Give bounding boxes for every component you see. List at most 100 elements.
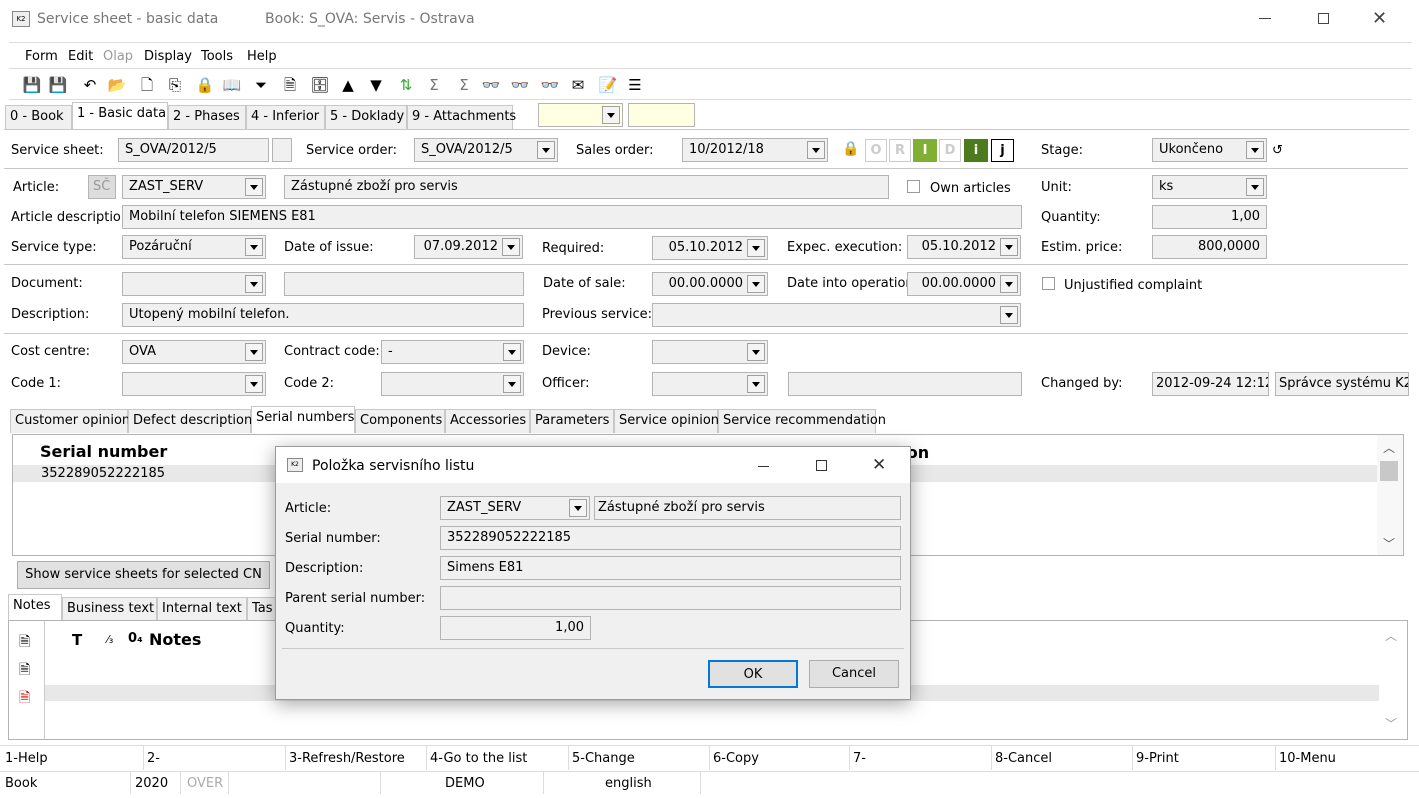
expec-execution-field[interactable]: 05.10.2012	[907, 235, 1021, 259]
tab-notes[interactable]: Notes	[8, 594, 62, 621]
menu-help[interactable]: Help	[247, 49, 277, 65]
tab-service-recommendation[interactable]: Service recommendation	[718, 409, 886, 433]
dialog-parent-field[interactable]	[440, 586, 901, 610]
chevron-down-icon[interactable]	[602, 106, 620, 124]
save-icon[interactable]: 💾	[22, 75, 42, 95]
notes-scroll-up-icon[interactable]: ︿	[1385, 627, 1397, 644]
chevron-down-icon[interactable]	[747, 275, 765, 293]
tab-attachments[interactable]: 9 - Attachments	[407, 105, 516, 129]
tab-serial-numbers[interactable]: Serial numbers	[251, 406, 355, 433]
code1-combo[interactable]	[122, 372, 266, 396]
menu-display[interactable]: Display	[144, 49, 192, 65]
service-sheet-extra[interactable]	[272, 138, 292, 162]
mail-icon[interactable]: ✉	[568, 75, 588, 95]
date-of-issue-field[interactable]: 07.09.2012	[414, 235, 523, 259]
scroll-up-icon[interactable]: ︿	[1383, 439, 1395, 456]
service-type-combo[interactable]: Pozáruční	[122, 235, 266, 259]
menu-tools[interactable]: Tools	[201, 49, 233, 65]
own-articles-checkbox[interactable]	[907, 180, 920, 193]
dialog-maximize-button[interactable]	[816, 460, 827, 471]
chevron-down-icon[interactable]	[747, 375, 765, 393]
edit-note-icon[interactable]: 🗎	[19, 659, 35, 678]
sum-icon[interactable]: Σ	[424, 75, 444, 95]
stage-combo[interactable]: Ukončeno	[1152, 138, 1267, 162]
fkey-menu[interactable]: 10-Menu	[1279, 751, 1336, 767]
previous-service-combo[interactable]	[652, 303, 1021, 327]
filter-document-icon[interactable]: 🗎	[280, 75, 300, 95]
chevron-down-icon[interactable]	[502, 238, 520, 256]
fkey-refresh[interactable]: 3-Refresh/Restore	[289, 751, 405, 767]
chevron-down-icon[interactable]	[537, 141, 555, 159]
save-as-icon[interactable]: 💾	[48, 75, 68, 95]
minimize-button[interactable]	[1259, 18, 1271, 19]
chevron-down-icon[interactable]	[1000, 238, 1018, 256]
chevron-down-icon[interactable]	[503, 375, 521, 393]
open-folder-icon[interactable]: 📂	[107, 75, 127, 95]
dialog-article-combo[interactable]: ZAST_SERV	[440, 496, 590, 520]
tab-accessories[interactable]: Accessories	[445, 409, 530, 433]
dialog-minimize-button[interactable]	[758, 466, 769, 467]
tab-service-opinion[interactable]: Service opinion	[614, 409, 719, 433]
menu-lines-icon[interactable]: ☰	[625, 75, 645, 95]
new-document-icon[interactable]: 🗋	[137, 75, 157, 95]
ok-button[interactable]: OK	[708, 660, 798, 688]
notes-header-notes[interactable]: Notes	[149, 630, 201, 649]
notes-header-col3[interactable]: 0₄	[128, 631, 143, 646]
notes-header-col2[interactable]: ⁄₃	[107, 633, 113, 646]
chevron-down-icon[interactable]	[1000, 275, 1018, 293]
notes-header-type[interactable]: T	[72, 631, 82, 649]
database-icon[interactable]: 🗄	[310, 75, 330, 95]
officer-combo[interactable]	[652, 372, 768, 396]
sum-select-icon[interactable]: Σ	[454, 75, 474, 95]
date-into-operation-field[interactable]: 00.00.0000	[907, 272, 1021, 296]
arrow-up-icon[interactable]: ▲	[338, 75, 358, 95]
tab-inferior[interactable]: 4 - Inferior	[246, 105, 325, 129]
tab-business-text[interactable]: Business text	[62, 597, 157, 621]
menu-form[interactable]: Form	[25, 49, 58, 65]
quantity-field[interactable]: 1,00	[1152, 205, 1267, 229]
device-combo[interactable]	[652, 340, 768, 364]
fkey-cancel[interactable]: 8-Cancel	[995, 751, 1052, 767]
unjustified-complaint-checkbox[interactable]	[1042, 277, 1055, 290]
close-button[interactable]: ✕	[1372, 8, 1387, 29]
binoculars-icon[interactable]: 👓	[481, 75, 501, 95]
copy-icon[interactable]: ⎘	[165, 75, 185, 95]
chevron-down-icon[interactable]	[747, 239, 765, 257]
arrow-down-icon[interactable]: ▼	[366, 75, 386, 95]
service-sheet-field[interactable]: S_OVA/2012/5	[118, 138, 269, 162]
code2-combo[interactable]	[381, 372, 524, 396]
menu-olap[interactable]: Olap	[103, 49, 133, 65]
chevron-down-icon[interactable]	[245, 238, 263, 256]
tab-phases[interactable]: 2 - Phases	[168, 105, 246, 129]
chevron-down-icon[interactable]	[245, 375, 263, 393]
fkey-2[interactable]: 2-	[147, 751, 160, 767]
binoculars-next-icon[interactable]: 👓	[510, 75, 530, 95]
history-icon[interactable]: ↺	[1272, 143, 1283, 158]
item-dialog[interactable]: K2 Položka servisního listu ✕ Article: Z…	[275, 446, 911, 700]
cost-centre-combo[interactable]: OVA	[122, 340, 266, 364]
cancel-button[interactable]: Cancel	[809, 660, 899, 688]
maximize-button[interactable]	[1318, 13, 1329, 24]
tab-defect-description[interactable]: Defect description	[128, 409, 252, 433]
service-order-combo[interactable]: S_OVA/2012/5	[414, 138, 558, 162]
binoculars-prev-icon[interactable]: 👓	[540, 75, 560, 95]
chevron-down-icon[interactable]	[245, 343, 263, 361]
article-combo[interactable]: ZAST_SERV	[122, 175, 266, 199]
fkey-go-to-list[interactable]: 4-Go to the list	[430, 751, 527, 767]
table-row[interactable]: 352289052222185	[41, 466, 165, 481]
grid-header-serial[interactable]: Serial number	[40, 442, 167, 461]
tab-parameters[interactable]: Parameters	[530, 409, 614, 433]
chevron-down-icon[interactable]	[1246, 178, 1264, 196]
tab-filter-combo[interactable]	[538, 103, 623, 127]
contract-code-combo[interactable]: -	[381, 340, 524, 364]
add-note-icon[interactable]: 🗎	[19, 631, 35, 650]
fkey-change[interactable]: 5-Change	[572, 751, 635, 767]
undo-icon[interactable]: ↶	[80, 75, 100, 95]
dialog-serial-field[interactable]: 352289052222185	[440, 526, 901, 550]
scroll-thumb[interactable]	[1380, 461, 1398, 481]
tab-internal-text[interactable]: Internal text	[157, 597, 247, 621]
chevron-down-icon[interactable]	[503, 343, 521, 361]
lock-icon[interactable]: 🔒	[195, 75, 215, 95]
tab-doklady[interactable]: 5 - Doklady	[325, 105, 407, 129]
notes-edit-icon[interactable]: 📝	[598, 75, 618, 95]
